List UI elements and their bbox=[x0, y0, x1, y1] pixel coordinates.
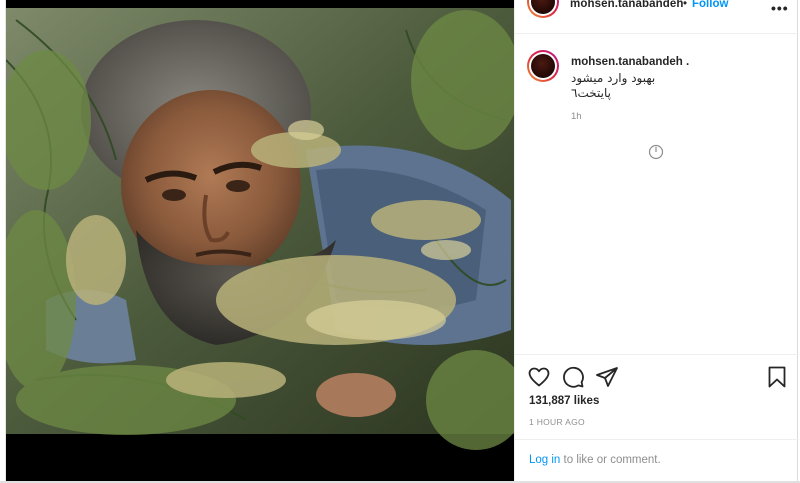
post-photo-image bbox=[6, 0, 514, 483]
login-link[interactable]: Log in bbox=[529, 454, 560, 466]
follow-button[interactable]: Follow bbox=[692, 0, 728, 10]
caption-line-2: پایتخت٦ bbox=[571, 86, 611, 100]
comment-bubble-icon[interactable] bbox=[561, 365, 585, 389]
avatar-image bbox=[531, 54, 555, 78]
more-options-icon[interactable]: ••• bbox=[771, 0, 789, 16]
heart-icon[interactable] bbox=[527, 365, 551, 389]
post-actions-section: 131,887 likes 1 HOUR AGO Log in to like … bbox=[515, 354, 799, 483]
caption-time: 1h bbox=[571, 111, 582, 122]
header-avatar[interactable] bbox=[527, 0, 559, 18]
post-timestamp: 1 HOUR AGO bbox=[529, 417, 585, 427]
caption-username[interactable]: mohsen.tanabandeh bbox=[571, 56, 683, 68]
header-username[interactable]: mohsen.tanabandeh bbox=[570, 0, 684, 10]
likes-count[interactable]: 131,887 likes bbox=[529, 395, 599, 407]
login-prompt-rest: to like or comment. bbox=[560, 454, 661, 466]
login-prompt: Log in to like or comment. bbox=[529, 454, 661, 466]
loading-spinner-icon bbox=[648, 144, 664, 160]
caption-line-1: بهبود وارد میشود bbox=[571, 71, 656, 85]
login-row: Log in to like or comment. bbox=[515, 439, 799, 483]
caption-avatar[interactable] bbox=[527, 50, 559, 82]
paper-plane-icon[interactable] bbox=[595, 365, 619, 389]
post-side-panel: mohsen.tanabandeh • Follow ••• mohsen.ta… bbox=[514, 0, 799, 483]
avatar-image bbox=[531, 0, 555, 14]
header-separator: • bbox=[683, 0, 688, 10]
bookmark-icon[interactable] bbox=[765, 365, 789, 389]
caption-suffix: . bbox=[682, 56, 690, 68]
post-photo[interactable] bbox=[6, 0, 514, 483]
post-header: mohsen.tanabandeh • Follow ••• bbox=[515, 0, 799, 34]
caption-username-row: mohsen.tanabandeh . bbox=[571, 56, 689, 68]
instagram-post-window: mohsen.tanabandeh • Follow ••• mohsen.ta… bbox=[0, 0, 800, 483]
